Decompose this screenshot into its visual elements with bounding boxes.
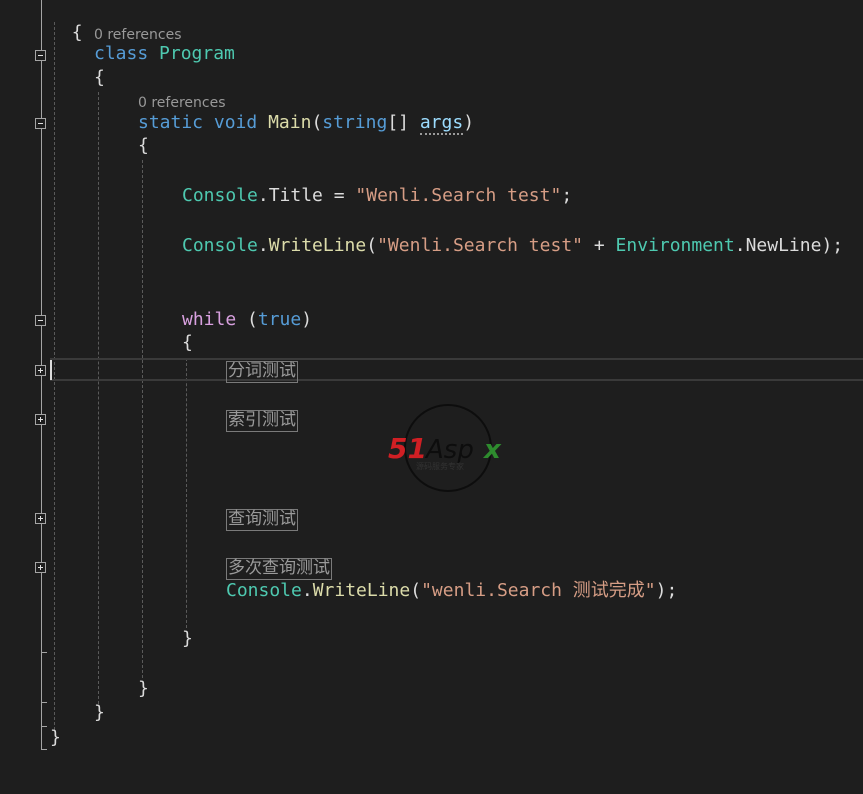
collapse-main-button[interactable] — [35, 118, 46, 129]
class-references-lens[interactable]: 0 references — [94, 26, 182, 44]
collapsed-region-3[interactable]: 查询测试 — [226, 509, 298, 531]
collapsed-region-line[interactable]: 分词测试 — [226, 360, 298, 383]
collapsed-region-1[interactable]: 分词测试 — [226, 361, 298, 383]
editor-margin — [0, 0, 50, 794]
collapsed-region-2[interactable]: 索引测试 — [226, 410, 298, 432]
watermark-brand-text: Asp — [424, 435, 474, 465]
expand-region-1-button[interactable] — [35, 365, 46, 376]
expand-region-3-button[interactable] — [35, 513, 46, 524]
code-line[interactable]: Console.WriteLine("wenli.Search 测试完成"); — [226, 580, 677, 602]
code-line[interactable]: } — [182, 628, 193, 650]
text-caret — [50, 360, 52, 380]
code-line[interactable]: while (true) — [182, 309, 312, 331]
collapse-class-button[interactable] — [35, 50, 46, 61]
watermark-tagline: 源码服务专家 — [416, 461, 464, 471]
watermark-brand-num: 51 — [388, 432, 427, 465]
indent-guide — [186, 358, 187, 628]
watermark-brand-x: x — [482, 435, 502, 465]
collapsed-region-line[interactable]: 查询测试 — [226, 508, 298, 531]
collapse-while-button[interactable] — [35, 315, 46, 326]
expand-region-2-button[interactable] — [35, 414, 46, 425]
outline-tick — [41, 702, 47, 703]
indent-guide — [98, 92, 99, 704]
code-line[interactable]: { — [50, 0, 83, 43]
code-line[interactable]: class Program — [94, 43, 235, 65]
code-line[interactable]: { — [138, 135, 149, 157]
code-line[interactable]: } — [94, 702, 105, 724]
code-line[interactable]: Console.WriteLine("Wenli.Search test" + … — [182, 235, 843, 257]
current-line-highlight — [50, 358, 863, 381]
code-line[interactable]: { — [94, 67, 105, 89]
indent-guide — [142, 160, 143, 678]
outline-tick — [41, 749, 47, 750]
collapsed-region-4[interactable]: 多次查询测试 — [226, 558, 332, 580]
code-line[interactable]: } — [50, 727, 61, 749]
watermark-logo: 51 Asp x 源码服务专家 — [388, 404, 502, 492]
collapsed-region-line[interactable]: 多次查询测试 — [226, 557, 332, 580]
outline-tick — [41, 726, 47, 727]
code-line[interactable]: static void Main(string[] args) — [138, 112, 474, 135]
code-line[interactable]: { — [182, 332, 193, 354]
main-references-lens[interactable]: 0 references — [138, 94, 226, 112]
collapsed-region-line[interactable]: 索引测试 — [226, 409, 298, 432]
outline-tick — [41, 652, 47, 653]
code-line[interactable]: } — [138, 678, 149, 700]
expand-region-4-button[interactable] — [35, 562, 46, 573]
code-line[interactable]: Console.Title = "Wenli.Search test"; — [182, 185, 572, 207]
